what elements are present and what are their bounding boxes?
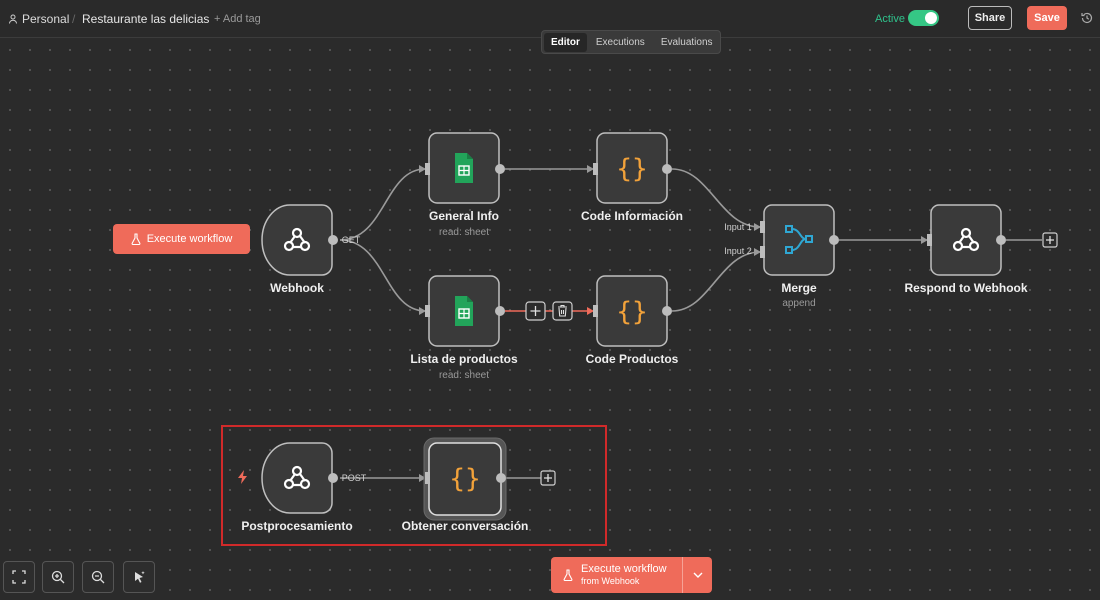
connection-webhook-general[interactable] [339,168,426,241]
execute-bottom-line2: from Webhook [581,576,640,586]
node-title-webhook: Webhook [270,281,324,295]
fit-view-icon [12,570,26,584]
node-code-productos[interactable] [593,275,672,347]
tidy-up-button[interactable] [123,561,155,593]
zoom-in-button[interactable] [42,561,74,593]
node-title-code-informacion: Code Información [580,209,684,223]
node-lista-productos[interactable] [425,275,505,347]
execute-workflow-label: Execute workflow [146,233,233,245]
google-sheets-icon [454,152,474,184]
arrow-head [587,165,594,173]
node-webhook[interactable] [261,204,338,276]
execute-bottom-line1: Execute workflow [581,563,667,575]
code-braces-icon [616,154,648,184]
bolt-icon [238,470,247,484]
chevron-down-icon [693,572,702,578]
zoom-out-icon [91,570,105,584]
node-code-informacion[interactable] [593,132,672,204]
zoom-out-button[interactable] [82,561,114,593]
arrow-head [754,223,761,231]
execute-workflow-bottom: Execute workflow from Webhook [551,557,712,593]
arrow-head [419,165,426,173]
node-title-general-info: General Info [428,209,500,223]
connection-webhook-lista[interactable] [339,239,426,312]
connection-codeprod-merge[interactable] [671,251,761,312]
add-node-button[interactable] [1042,232,1058,248]
code-braces-icon [616,297,648,327]
fit-view-button[interactable] [3,561,35,593]
execute-workflow-from-webhook-button[interactable]: Execute workflow from Webhook [551,557,681,593]
node-respond-to-webhook[interactable] [927,204,1006,276]
node-title-respond-to-webhook: Respond to Webhook [904,281,1028,295]
cursor-icon [135,571,145,583]
execute-workflow-button[interactable]: Execute workflow [113,224,250,254]
merge-input-2-label: Input 2 [724,246,752,256]
arrow-head [587,307,594,315]
connection-codeinfo-merge[interactable] [671,168,761,228]
flask-icon [563,569,573,581]
arrow-head [419,307,426,315]
edge-label-get: GET [341,235,361,245]
delete-connection-button[interactable] [552,301,573,321]
node-title-lista-productos: Lista de productos [410,352,518,366]
arrow-head [921,236,928,244]
node-title-merge: Merge [781,281,817,295]
merge-input-1-label: Input 1 [724,222,752,232]
node-general-info[interactable] [425,132,505,204]
google-sheets-icon [454,295,474,327]
insert-node-button[interactable] [525,301,546,321]
flask-icon [131,233,141,245]
execute-options-dropdown[interactable] [683,557,712,593]
node-subtitle-lista-productos: read: sheet [438,370,490,381]
node-merge[interactable] [760,204,839,276]
highlight-box [221,425,607,546]
zoom-in-icon [51,570,65,584]
node-subtitle-general-info: read: sheet [438,227,490,238]
node-subtitle-merge: append [782,298,816,309]
arrow-head [754,248,761,256]
node-title-code-productos: Code Productos [585,352,679,366]
